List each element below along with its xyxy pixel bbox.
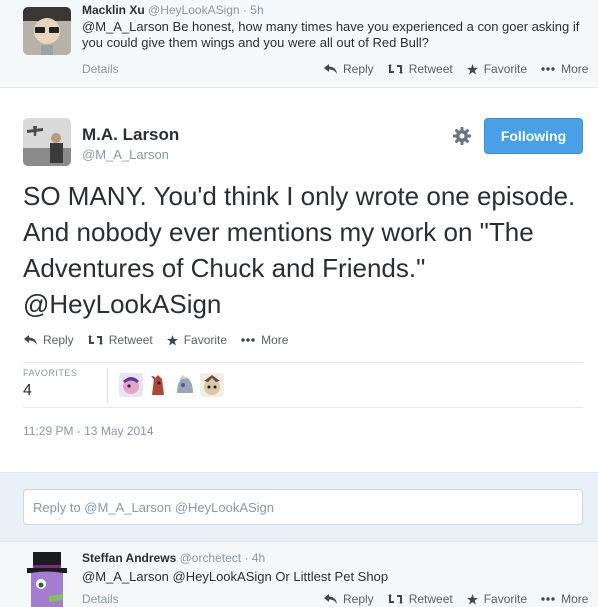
- more-label: More: [261, 333, 289, 347]
- details-link[interactable]: Details: [82, 592, 119, 606]
- retweet-label: Retweet: [408, 592, 453, 606]
- favorite-button[interactable]: Favorite: [166, 333, 228, 347]
- separator-dot: ·: [242, 3, 247, 17]
- author-handle[interactable]: @orchetect: [180, 551, 242, 565]
- avatar[interactable]: [23, 550, 71, 607]
- more-label: More: [561, 62, 589, 76]
- retweet-label: Retweet: [108, 333, 153, 347]
- star-icon: [466, 63, 478, 74]
- favorites-label: FAVORITES: [23, 368, 78, 378]
- tweet-timestamp[interactable]: 11:29 PM - 13 May 2014: [23, 424, 154, 438]
- star-icon: [166, 334, 178, 345]
- tweet-actions: Reply Retweet Favorite More: [10, 333, 288, 347]
- retweet-icon: [387, 64, 403, 74]
- more-dots-icon: [541, 67, 555, 71]
- reply-button[interactable]: Reply: [24, 333, 74, 347]
- retweet-icon: [87, 335, 103, 345]
- tweet-text: @M_A_Larson Be honest, how many times ha…: [82, 19, 580, 50]
- parent-tweet[interactable]: Macklin Xu @HeyLookASign · 5h @M_A_Larso…: [0, 0, 598, 88]
- reply-area: Reply to @M_A_Larson @HeyLookASign: [0, 472, 598, 542]
- favorite-button[interactable]: Favorite: [466, 62, 528, 76]
- avatar[interactable]: [23, 7, 71, 55]
- favorite-label: Favorite: [483, 62, 528, 76]
- reply-label: Reply: [343, 592, 374, 606]
- reply-icon: [324, 594, 337, 604]
- more-button[interactable]: More: [241, 333, 288, 347]
- tweet-actions: Reply Retweet Favorite More: [310, 62, 588, 76]
- more-label: More: [561, 592, 589, 606]
- more-button[interactable]: More: [541, 62, 588, 76]
- retweet-button[interactable]: Retweet: [87, 333, 153, 347]
- reply-label: Reply: [43, 333, 74, 347]
- favorites-count[interactable]: 4: [23, 382, 32, 400]
- reply-tweet[interactable]: Steffan Andrews @orchetect · 4h @M_A_Lar…: [0, 542, 598, 607]
- avatar[interactable]: [23, 118, 71, 166]
- star-icon: [466, 593, 478, 604]
- favoriter-avatars: [119, 373, 227, 397]
- more-dots-icon: [541, 597, 555, 601]
- tweet-text: @M_A_Larson @HeyLookASign Or Littlest Pe…: [82, 569, 389, 584]
- author-name[interactable]: M.A. Larson: [82, 125, 179, 145]
- retweet-button[interactable]: Retweet: [387, 62, 453, 76]
- favorite-label: Favorite: [483, 592, 528, 606]
- retweet-button[interactable]: Retweet: [387, 592, 453, 606]
- author-handle[interactable]: @M_A_Larson: [82, 147, 169, 162]
- tweet-actions: Reply Retweet Favorite More: [310, 592, 588, 606]
- favorite-label: Favorite: [183, 333, 228, 347]
- tweet-time[interactable]: 5h: [250, 3, 263, 17]
- more-button[interactable]: More: [541, 592, 588, 606]
- following-button[interactable]: Following: [484, 118, 583, 154]
- author-handle[interactable]: @HeyLookASign: [148, 3, 240, 17]
- stats-divider: [107, 368, 108, 404]
- favorite-button[interactable]: Favorite: [466, 592, 528, 606]
- separator-dot: ·: [244, 551, 249, 565]
- avatar[interactable]: [146, 373, 170, 397]
- reply-input[interactable]: Reply to @M_A_Larson @HeyLookASign: [23, 489, 583, 525]
- reply-button[interactable]: Reply: [324, 62, 374, 76]
- avatar[interactable]: [119, 373, 143, 397]
- reply-icon: [24, 335, 37, 345]
- avatar[interactable]: [200, 373, 224, 397]
- retweet-icon: [387, 594, 403, 604]
- author-name[interactable]: Macklin Xu: [82, 3, 145, 17]
- tweet-time[interactable]: 4h: [252, 551, 265, 565]
- reply-button[interactable]: Reply: [324, 592, 374, 606]
- author-name[interactable]: Steffan Andrews: [82, 551, 176, 565]
- tweet-stats: FAVORITES 4: [23, 362, 583, 408]
- gear-icon[interactable]: [453, 127, 471, 145]
- tweet-text: SO MANY. You'd think I only wrote one ep…: [23, 181, 576, 319]
- details-link[interactable]: Details: [82, 62, 119, 76]
- avatar[interactable]: [173, 373, 197, 397]
- retweet-label: Retweet: [408, 62, 453, 76]
- reply-label: Reply: [343, 62, 374, 76]
- reply-icon: [324, 64, 337, 74]
- more-dots-icon: [241, 338, 255, 342]
